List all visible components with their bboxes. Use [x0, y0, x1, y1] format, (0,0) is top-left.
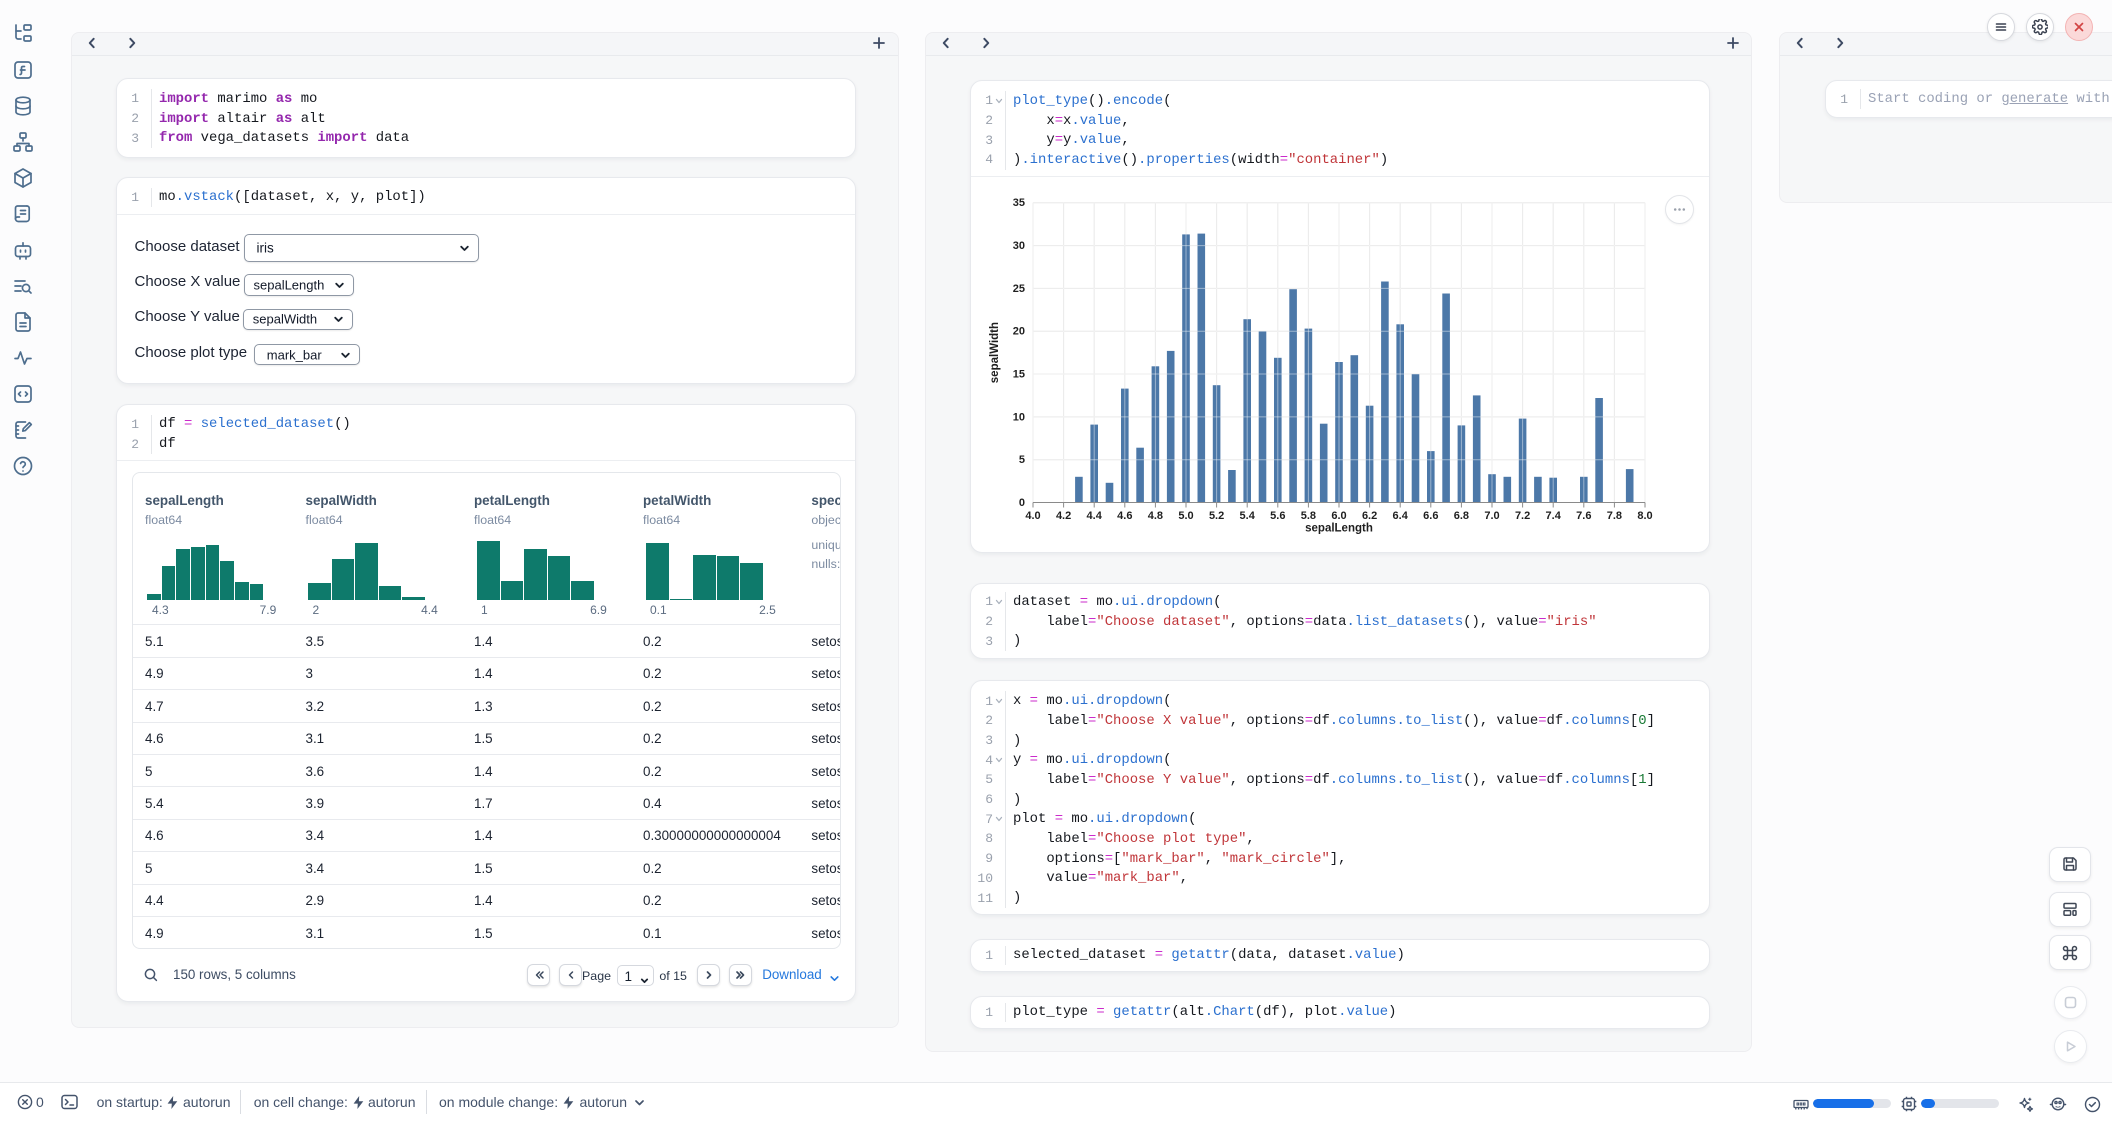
svg-text:25: 25 — [1013, 283, 1025, 295]
svg-text:7.4: 7.4 — [1546, 510, 1562, 522]
svg-text:20: 20 — [1013, 326, 1025, 338]
svg-text:35: 35 — [1013, 197, 1025, 209]
svg-text:4.2: 4.2 — [1056, 510, 1071, 522]
svg-text:0: 0 — [1019, 497, 1025, 509]
svg-text:4.8: 4.8 — [1148, 510, 1163, 522]
svg-text:5.2: 5.2 — [1209, 510, 1224, 522]
svg-text:10: 10 — [1013, 411, 1025, 423]
svg-text:4.0: 4.0 — [1025, 510, 1040, 522]
svg-text:6.2: 6.2 — [1362, 510, 1377, 522]
svg-text:6.0: 6.0 — [1331, 510, 1346, 522]
svg-text:4.4: 4.4 — [1087, 510, 1103, 522]
svg-text:5.8: 5.8 — [1301, 510, 1316, 522]
svg-text:7.0: 7.0 — [1484, 510, 1499, 522]
svg-text:6.4: 6.4 — [1393, 510, 1409, 522]
svg-text:7.2: 7.2 — [1515, 510, 1530, 522]
svg-text:5.6: 5.6 — [1270, 510, 1285, 522]
svg-text:6.6: 6.6 — [1423, 510, 1438, 522]
svg-text:4.6: 4.6 — [1117, 510, 1132, 522]
svg-text:8.0: 8.0 — [1637, 510, 1652, 522]
svg-text:30: 30 — [1013, 240, 1025, 252]
svg-text:7.6: 7.6 — [1576, 510, 1591, 522]
svg-text:15: 15 — [1013, 369, 1025, 381]
svg-text:7.8: 7.8 — [1607, 510, 1622, 522]
svg-text:5.0: 5.0 — [1178, 510, 1193, 522]
svg-text:5: 5 — [1019, 454, 1025, 466]
svg-text:5.4: 5.4 — [1240, 510, 1256, 522]
svg-text:6.8: 6.8 — [1454, 510, 1469, 522]
svg-text:sepalLength: sepalLength — [1305, 523, 1373, 535]
svg-text:sepalWidth: sepalWidth — [989, 322, 1001, 383]
